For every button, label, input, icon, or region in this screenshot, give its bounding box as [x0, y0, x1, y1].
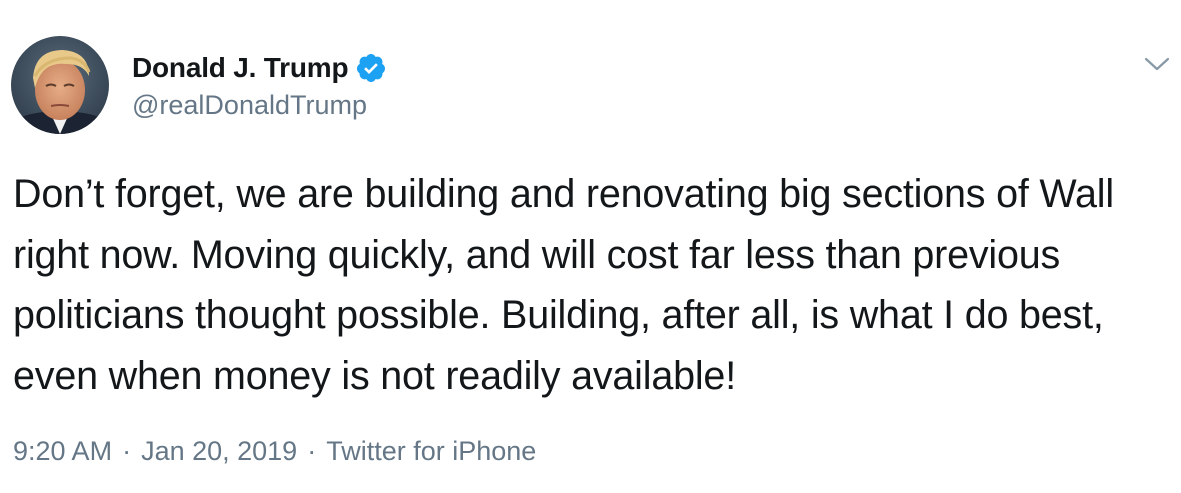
verified-badge-icon [355, 52, 387, 84]
meta-separator: · [307, 436, 317, 466]
meta-separator: · [122, 436, 132, 466]
author-handle[interactable]: @realDonaldTrump [132, 90, 367, 121]
chevron-down-icon[interactable] [1142, 52, 1172, 76]
tweet-source[interactable]: Twitter for iPhone [326, 436, 536, 467]
author-display-name[interactable]: Donald J. Trump [132, 52, 349, 84]
avatar-image [11, 36, 109, 134]
tweet-date[interactable]: Jan 20, 2019 [141, 436, 297, 467]
tweet-time[interactable]: 9:20 AM [13, 436, 112, 467]
tweet-text: Don’t forget, we are building and renova… [13, 172, 1114, 398]
tweet-meta: 9:20 AM · Jan 20, 2019 · Twitter for iPh… [13, 436, 536, 467]
tweet-card: Donald J. Trump @realDonaldTrump Don’t f… [0, 0, 1181, 493]
author-name-row: Donald J. Trump [132, 50, 387, 86]
author-avatar[interactable] [11, 36, 109, 134]
